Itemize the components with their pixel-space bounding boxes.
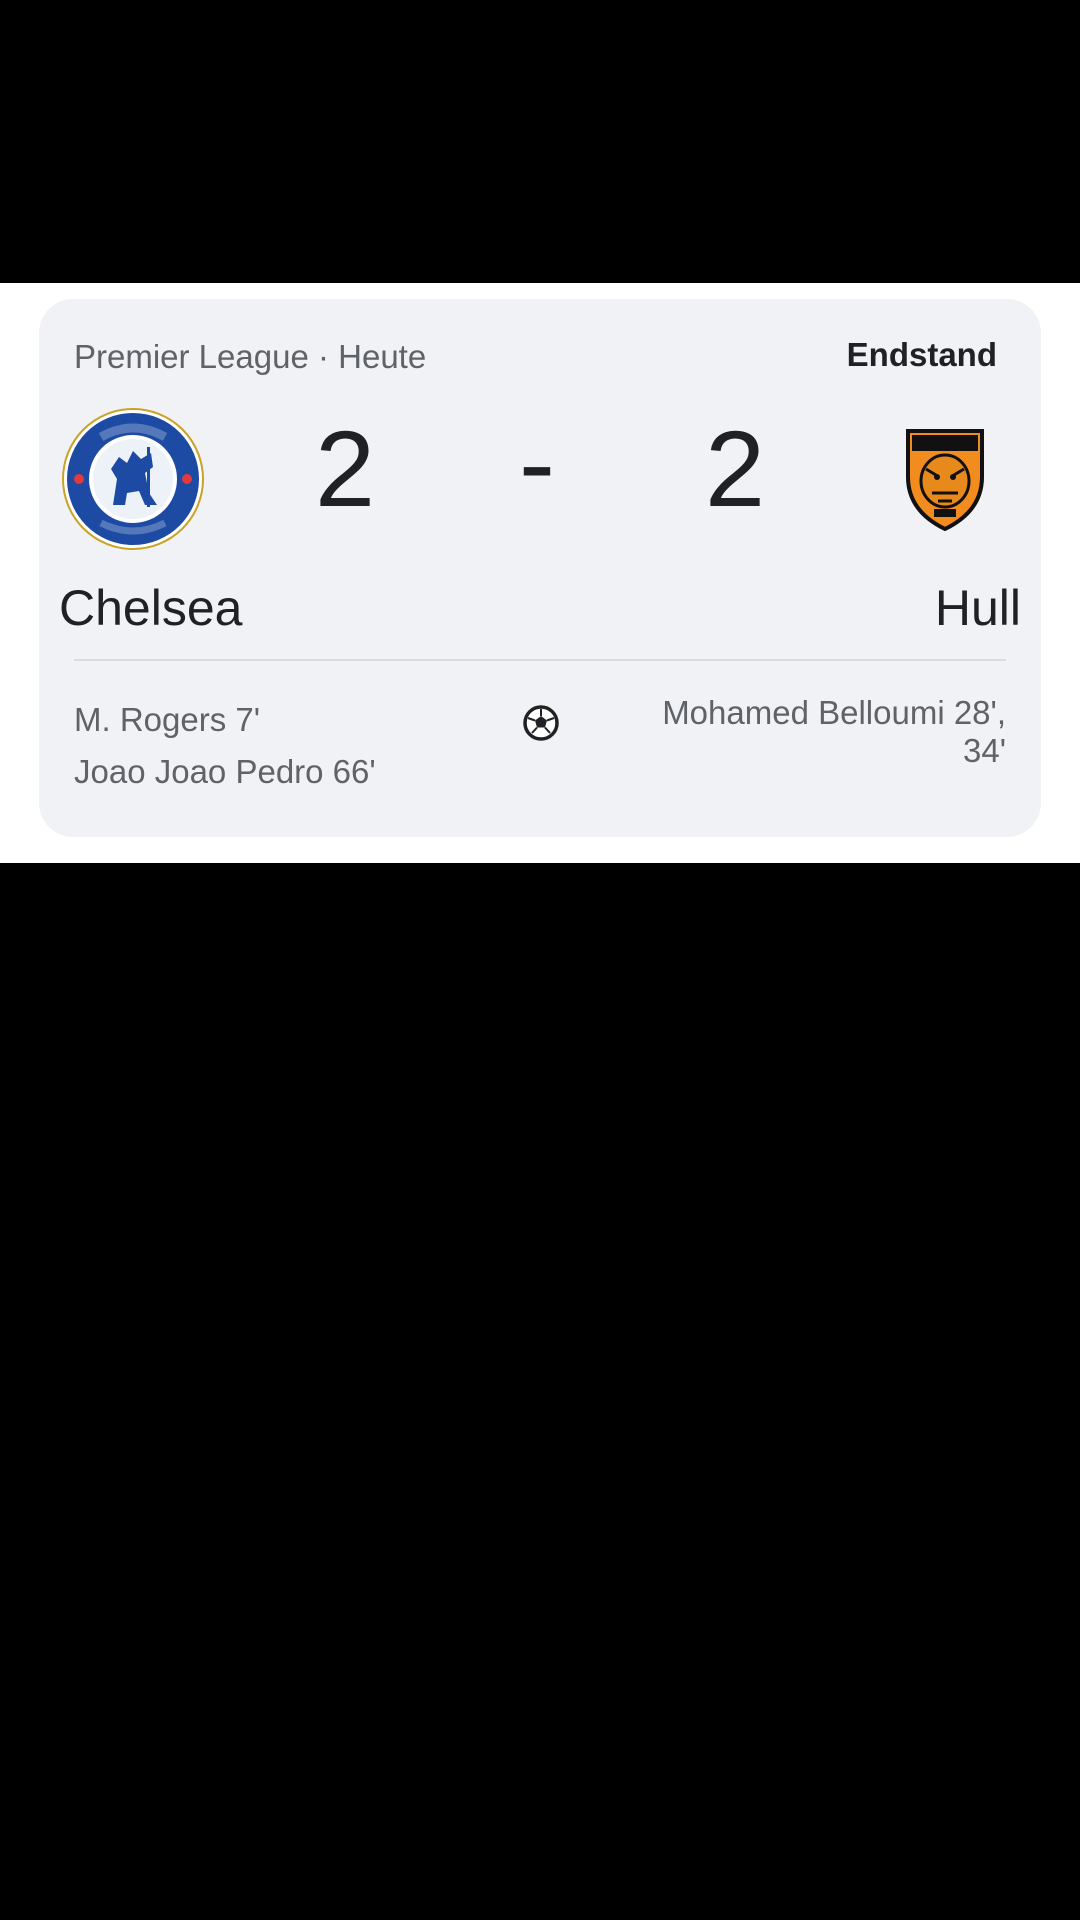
away-team-name[interactable]: Hull — [935, 579, 1021, 637]
hull-city-crest-icon[interactable] — [904, 425, 986, 531]
away-scorers: Mohamed Belloumi 28', 34' — [662, 694, 1006, 769]
screen: Premier League · Heute Endstand 2 - 2 Ch… — [0, 0, 1080, 1920]
league-date-label: Premier League · Heute — [74, 338, 427, 375]
match-card[interactable]: Premier League · Heute Endstand 2 - 2 Ch… — [39, 299, 1041, 837]
home-team-name[interactable]: Chelsea — [59, 579, 242, 637]
home-scorer-2: Joao Joao Pedro 66' — [74, 753, 376, 790]
chelsea-crest-icon[interactable] — [61, 407, 205, 551]
score-panel: Premier League · Heute Endstand 2 - 2 Ch… — [0, 283, 1080, 863]
video-area — [0, 863, 1080, 1920]
home-scorer-1: M. Rogers 7' — [74, 701, 261, 738]
soccer-ball-icon — [523, 705, 559, 741]
score-separator: - — [519, 402, 555, 523]
divider — [74, 659, 1006, 661]
home-scorers: M. Rogers 7' Joao Joao Pedro 66' — [74, 694, 376, 798]
away-score: 2 — [705, 408, 766, 529]
match-status-label: Endstand — [846, 336, 997, 373]
home-score: 2 — [315, 408, 376, 529]
